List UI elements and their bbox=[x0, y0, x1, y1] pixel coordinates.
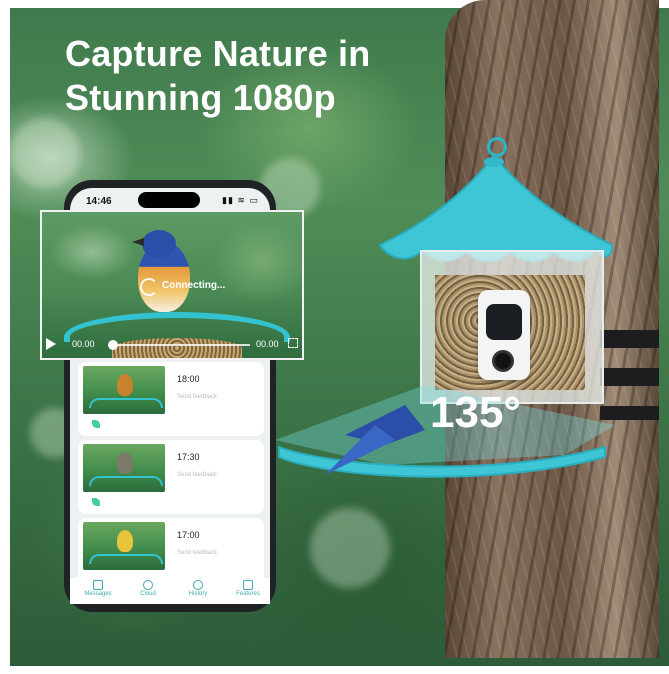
headline-line-2: Stunning 1080p bbox=[65, 77, 336, 118]
progress-knob[interactable] bbox=[108, 340, 118, 350]
user-gear-icon bbox=[243, 580, 253, 590]
event-thumbnail bbox=[83, 444, 165, 492]
event-thumbnail bbox=[83, 522, 165, 570]
bird-icon bbox=[117, 374, 133, 396]
time-total: 00.00 bbox=[256, 339, 279, 349]
clock-icon bbox=[193, 580, 203, 590]
send-feedback-link[interactable]: Send feedback bbox=[177, 550, 217, 556]
seed-tray bbox=[112, 338, 242, 358]
time-elapsed: 00.00 bbox=[72, 339, 95, 349]
event-time: 18:00 bbox=[177, 374, 200, 384]
bokeh-light bbox=[310, 508, 390, 588]
tab-messages[interactable]: Messages bbox=[74, 580, 122, 597]
send-feedback-link[interactable]: Send feedback bbox=[177, 394, 217, 400]
event-thumbnail bbox=[83, 366, 165, 414]
event-time: 17:30 bbox=[177, 452, 200, 462]
mail-icon bbox=[93, 580, 103, 590]
progress-track[interactable] bbox=[108, 344, 250, 346]
headline: Capture Nature in Stunning 1080p bbox=[65, 32, 445, 120]
bluebird-beak bbox=[132, 238, 144, 246]
tab-label: Messages bbox=[84, 591, 112, 597]
perch-icon bbox=[89, 398, 163, 408]
tab-features[interactable]: Features bbox=[224, 580, 272, 597]
phone-notch bbox=[138, 192, 200, 208]
tab-label: Cloud bbox=[140, 591, 156, 597]
perch-icon bbox=[89, 554, 163, 564]
status-time: 14:46 bbox=[86, 196, 112, 207]
pir-sensor-icon bbox=[492, 350, 514, 372]
send-feedback-link[interactable]: Send feedback bbox=[177, 472, 217, 478]
play-icon[interactable] bbox=[46, 338, 56, 350]
perch-icon bbox=[89, 476, 163, 486]
bluebird-head bbox=[142, 230, 176, 258]
bokeh-light bbox=[10, 118, 80, 188]
camera-lens-icon bbox=[486, 304, 522, 340]
tab-label: History bbox=[188, 591, 208, 597]
headline-line-1: Capture Nature in bbox=[65, 33, 371, 74]
cloud-icon bbox=[143, 580, 153, 590]
signal-wifi-battery-icon: ▮▮ ≋ ▭ bbox=[222, 195, 259, 205]
event-card[interactable]: 18:00 Send feedback bbox=[78, 362, 264, 436]
tab-cloud[interactable]: Cloud bbox=[124, 580, 172, 597]
loading-spinner-icon bbox=[140, 278, 158, 296]
connecting-status: Connecting... bbox=[162, 280, 226, 291]
event-card[interactable]: 17:30 Send feedback bbox=[78, 440, 264, 514]
leaf-icon bbox=[92, 420, 100, 428]
camera-module bbox=[478, 290, 530, 380]
tab-history[interactable]: History bbox=[174, 580, 222, 597]
bird-icon bbox=[117, 452, 133, 474]
tab-label: Features bbox=[236, 591, 260, 597]
feeder-roof bbox=[378, 154, 614, 262]
event-time: 17:00 bbox=[177, 530, 200, 540]
bird-icon bbox=[117, 530, 133, 552]
leaf-icon bbox=[92, 498, 100, 506]
live-video-player[interactable]: Connecting... 00.00 00.00 bbox=[40, 210, 304, 360]
fullscreen-icon[interactable] bbox=[288, 338, 298, 348]
view-angle-label: 135° bbox=[430, 388, 522, 437]
